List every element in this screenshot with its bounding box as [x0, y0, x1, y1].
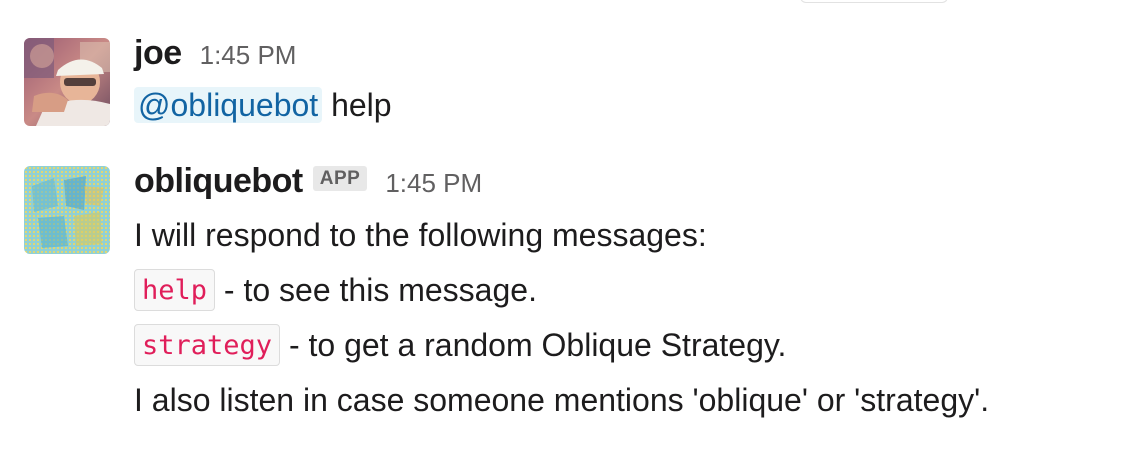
bot-line-intro: I will respond to the following messages… [134, 217, 707, 253]
message-timestamp[interactable]: 1:45 PM [200, 40, 297, 71]
bot-name[interactable]: obliquebot [134, 162, 303, 201]
bot-line-strategy: strategy - to get a random Oblique Strat… [134, 318, 1120, 373]
app-badge: APP [312, 166, 368, 191]
author-name[interactable]: joe [134, 34, 182, 73]
strategy-description: - to get a random Oblique Strategy. [280, 327, 787, 363]
user-mention[interactable]: @obliquebot [134, 87, 323, 123]
bot-avatar[interactable] [24, 166, 110, 254]
bot-line-outro: I also listen in case someone mentions '… [134, 382, 990, 418]
code-help: help [134, 269, 216, 311]
code-strategy: strategy [134, 324, 281, 366]
bot-avatar-pattern-icon [24, 166, 110, 254]
top-edge-divider [800, 0, 948, 3]
help-description: - to see this message. [215, 272, 537, 308]
bot-line-help: help - to see this message. [134, 263, 1120, 318]
user-photo-avatar-icon [24, 38, 110, 126]
user-avatar[interactable] [24, 38, 110, 126]
message-timestamp[interactable]: 1:45 PM [385, 168, 482, 199]
message-text-rest: help [322, 87, 392, 123]
message-text: @obliquebot help [134, 80, 1120, 130]
